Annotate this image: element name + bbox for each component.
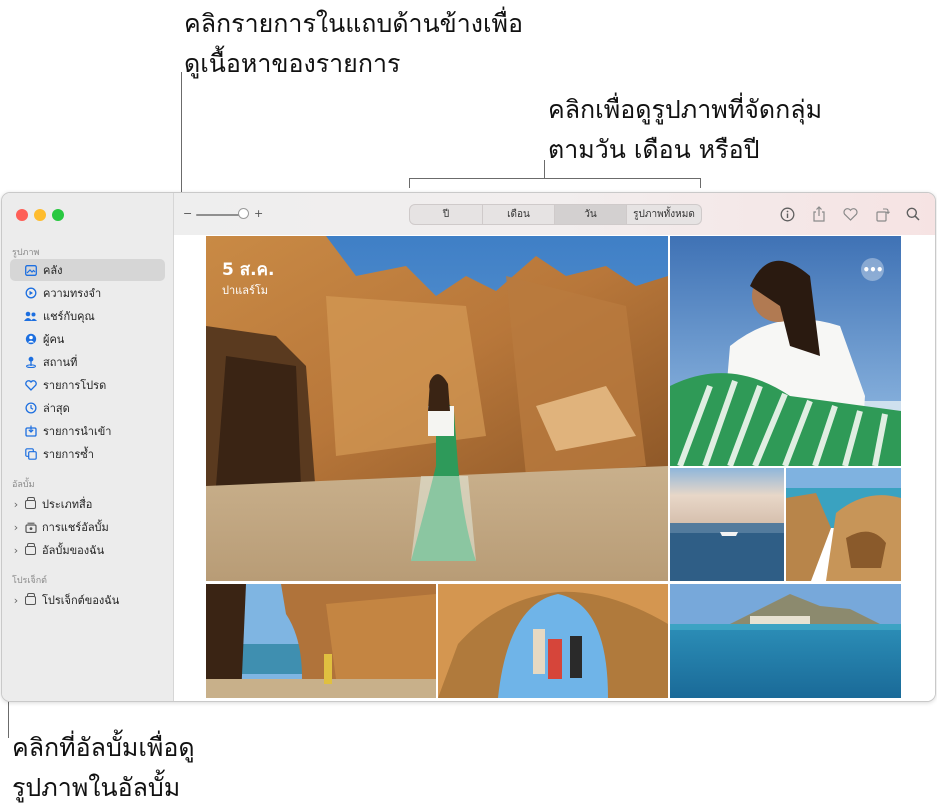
photos-section-title: รูปภาพ [12,248,40,258]
places-icon [24,356,37,369]
sidebar-item-label: ความทรงจำ [43,287,102,300]
sidebar-item-label: คลัง [43,264,63,277]
albums-callout: คลิกที่อัลบั้มเพื่อดู รูปภาพในอัลบั้ม [12,728,195,808]
albums-callout-line-1: คลิกที่อัลบั้มเพื่อดู [12,733,195,762]
sidebar-item-favorites[interactable]: รายการโปรด [10,374,165,396]
view-segmented-control: ปี เดือน วัน รูปภาพทั้งหมด [409,204,702,225]
clock-icon [24,402,37,415]
sidebar-item-label: สถานที่ [43,356,78,369]
heart-icon[interactable] [841,205,859,223]
photo-island-bay[interactable] [670,584,901,698]
album-shared-albums[interactable]: › การแชร์อัลบั้ม [10,516,170,538]
zoom-in-label: + [254,207,264,220]
sidebar-item-imports[interactable]: รายการนำเข้า [10,420,165,442]
photo-cave-friends[interactable] [438,584,668,698]
album-label: การแชร์อัลบั้ม [42,521,109,534]
album-media-types[interactable]: › ประเภทสื่อ [10,493,170,515]
heart-icon [24,379,37,392]
sidebar-item-library[interactable]: คลัง [10,259,165,281]
duplicates-icon [24,448,37,461]
photo-sea-boat[interactable] [670,468,784,581]
tab-months[interactable]: เดือน [482,205,554,224]
moment-place[interactable]: ปาแลร์โม [222,281,268,299]
sidebar-callout-line-2: ดูเนื้อหาของรายการ [184,49,401,78]
folder-icon [25,542,36,555]
moment-date: 5 ส.ค. [222,260,275,280]
sidebar-item-shared-with-you[interactable]: แชร์กับคุณ [10,305,165,327]
shared-album-icon [24,521,37,534]
zoom-out-label: − [183,207,193,220]
grouping-callout-line-2: ตามวัน เดือน หรือปี [548,135,760,164]
tab-days[interactable]: วัน [554,205,626,224]
album-label: ประเภทสื่อ [42,498,93,511]
albums-section-title: อัลบั้ม [12,480,35,490]
close-button[interactable] [16,209,28,221]
library-icon [24,264,37,277]
chevron-right-icon[interactable]: › [10,521,22,534]
grouping-leader-line [544,160,545,179]
sidebar-item-people[interactable]: ผู้คน [10,328,165,350]
chevron-right-icon[interactable]: › [10,594,22,607]
import-icon [24,425,37,438]
chevron-right-icon[interactable]: › [10,544,22,557]
photo-canyon-woman[interactable] [206,236,668,581]
share-icon[interactable] [810,205,828,223]
sidebar-item-label: ผู้คน [43,333,65,346]
zoom-slider-knob[interactable] [238,208,249,219]
search-icon[interactable] [904,205,922,223]
sidebar-item-label: แชร์กับคุณ [43,310,95,323]
album-label: อัลบั้มของฉัน [42,544,105,557]
sidebar-item-duplicates[interactable]: รายการซ้ำ [10,443,165,465]
grouping-bracket-left [409,178,410,188]
sidebar-item-recents[interactable]: ล่าสุด [10,397,165,419]
tab-years[interactable]: ปี [410,205,482,224]
minimize-button[interactable] [34,209,46,221]
sidebar-item-label: รายการนำเข้า [43,425,112,438]
sidebar-item-label: ล่าสุด [43,402,70,415]
sidebar-callout-line-1: คลิกรายการในแถบด้านข้างเพื่อ [184,9,524,38]
chevron-right-icon[interactable]: › [10,498,22,511]
sidebar: รูปภาพ คลัง ความทรงจำ แชร์กับคุณ ผู้คน ส… [2,193,174,701]
sidebar-item-label: รายการโปรด [43,379,107,392]
sidebar-item-label: รายการซ้ำ [43,448,94,461]
photo-rock-arch-person[interactable] [206,584,436,698]
memories-icon [24,287,37,300]
project-label: โปรเจ็กต์ของฉัน [42,594,120,607]
people-icon [24,333,37,346]
folder-icon [25,592,36,605]
more-options-button[interactable]: ••• [861,258,884,281]
project-my-projects[interactable]: › โปรเจ็กต์ของฉัน [10,589,170,611]
grouping-bracket-right [700,178,701,188]
zoom-button[interactable] [52,209,64,221]
grouping-bracket [409,178,701,179]
tab-all-photos[interactable]: รูปภาพทั้งหมด [626,205,701,224]
shared-with-you-icon [24,310,37,323]
folder-icon [25,496,36,509]
grouping-callout-line-1: คลิกเพื่อดูรูปภาพที่จัดกลุ่ม [548,95,823,124]
sidebar-callout: คลิกรายการในแถบด้านข้างเพื่อ ดูเนื้อหาขอ… [184,4,523,84]
toolbar: − + ปี เดือน วัน รูปภาพทั้งหมด [174,193,935,235]
album-my-albums[interactable]: › อัลบั้มของฉัน [10,539,170,561]
photo-coast-cliffs[interactable] [786,468,901,581]
sidebar-item-places[interactable]: สถานที่ [10,351,165,373]
grouping-callout: คลิกเพื่อดูรูปภาพที่จัดกลุ่ม ตามวัน เดือ… [548,90,822,170]
rotate-icon[interactable] [873,205,891,223]
projects-section-title: โปรเจ็กต์ [12,576,48,586]
sidebar-item-memories[interactable]: ความทรงจำ [10,282,165,304]
albums-callout-line-2: รูปภาพในอัลบั้ม [12,773,181,802]
info-icon[interactable] [778,205,796,223]
